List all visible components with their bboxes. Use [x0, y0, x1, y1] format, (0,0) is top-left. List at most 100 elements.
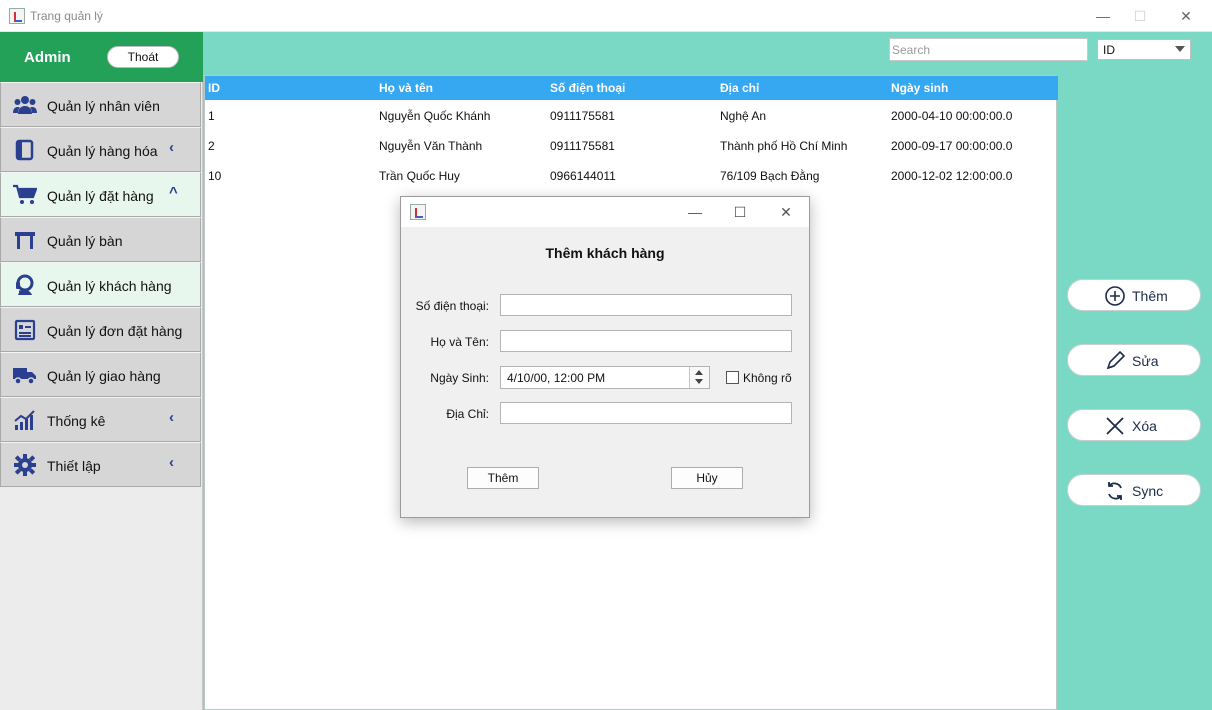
spinner-down-icon[interactable]: [695, 379, 703, 384]
window-titlebar: Trang quản lý — ☐ ✕: [0, 0, 1212, 32]
add-button-label: Thêm: [1132, 288, 1168, 304]
add-button[interactable]: Thêm: [1067, 279, 1201, 311]
sidebar-item-employees[interactable]: Quản lý nhân viên: [0, 82, 201, 127]
cell-name: Nguyễn Quốc Khánh: [379, 109, 491, 123]
scrollbar[interactable]: [1206, 140, 1212, 710]
user-name: Admin: [24, 49, 71, 66]
sidebar-item-delivery[interactable]: Quản lý giao hàng: [0, 352, 201, 397]
order-list-icon: [14, 319, 36, 341]
sidebar-menu: Quản lý nhân viên Quản lý hàng hóa ‹ Quả…: [0, 82, 201, 487]
cell-address: Nghệ An: [720, 109, 767, 123]
column-header-id[interactable]: ID: [208, 81, 220, 95]
dob-value: 4/10/00, 12:00 PM: [507, 371, 606, 385]
sidebar-item-label: Thống kê: [47, 413, 106, 429]
name-label: Họ và Tên:: [430, 335, 489, 349]
cell-dob: 2000-04-10 00:00:00.0: [891, 109, 1013, 123]
edit-button[interactable]: Sửa: [1067, 344, 1201, 376]
sidebar-item-statistics[interactable]: Thống kê ‹: [0, 397, 201, 442]
dob-label: Ngày Sinh:: [430, 371, 489, 385]
dialog-close-button[interactable]: ✕: [769, 200, 803, 224]
search-input[interactable]: Search: [889, 38, 1088, 61]
sidebar-item-label: Quản lý hàng hóa: [47, 143, 158, 159]
gear-icon: [14, 454, 36, 476]
column-header-dob[interactable]: Ngày sinh: [891, 81, 948, 95]
cell-phone: 0911175581: [550, 139, 615, 153]
unknown-dob-label[interactable]: Không rõ: [743, 371, 792, 385]
dialog-cancel-button[interactable]: Hủy: [671, 467, 743, 489]
chevron-left-icon: ‹: [169, 409, 174, 426]
address-field[interactable]: [500, 402, 792, 424]
sync-icon: [1108, 482, 1122, 500]
search-filter-select[interactable]: ID: [1097, 39, 1191, 60]
cell-address: Thành phố Hồ Chí Minh: [720, 139, 848, 153]
chevron-up-icon: ^: [169, 184, 178, 201]
sidebar-item-label: Quản lý đơn đặt hàng: [47, 323, 183, 339]
java-app-icon: [410, 204, 426, 220]
sidebar-item-label: Thiết lập: [47, 458, 101, 474]
dialog-maximize-button[interactable]: ☐: [723, 200, 757, 224]
sidebar: Admin Thoát Quản lý nhân viên Quản lý hà…: [0, 32, 203, 710]
edit-button-label: Sửa: [1132, 353, 1159, 369]
chevron-left-icon: ‹: [169, 139, 174, 156]
java-app-icon: [9, 8, 25, 24]
chart-icon: [14, 410, 35, 430]
sidebar-item-label: Quản lý bàn: [47, 233, 123, 249]
unknown-dob-checkbox[interactable]: [726, 371, 739, 384]
spinner-buttons[interactable]: [689, 367, 709, 388]
cell-phone: 0911175581: [550, 109, 615, 123]
dob-date-spinner[interactable]: 4/10/00, 12:00 PM: [500, 366, 710, 389]
pencil-icon: [1106, 350, 1126, 370]
box-icon: [15, 139, 34, 161]
sidebar-item-label: Quản lý khách hàng: [47, 278, 172, 294]
sidebar-item-label: Quản lý đặt hàng: [47, 188, 154, 204]
cell-dob: 2000-12-02 12:00:00.0: [891, 169, 1013, 183]
minimize-button[interactable]: —: [1083, 4, 1123, 28]
customer-support-icon: [16, 274, 34, 295]
sidebar-item-orders[interactable]: Quản lý đặt hàng ^: [0, 172, 201, 217]
column-header-phone[interactable]: Số điện thoại: [550, 81, 625, 95]
maximize-button[interactable]: ☐: [1120, 4, 1160, 28]
plus-circle-icon: [1105, 286, 1125, 306]
table-row[interactable]: 2 Nguyễn Văn Thành 0911175581 Thành phố …: [205, 131, 1058, 161]
search-filter-value: ID: [1103, 43, 1115, 57]
column-header-address[interactable]: Địa chỉ: [720, 81, 759, 95]
window-title: Trang quản lý: [30, 9, 103, 23]
sidebar-item-customers[interactable]: Quản lý khách hàng: [0, 262, 201, 307]
column-header-name[interactable]: Họ và tên: [379, 81, 433, 95]
dialog-heading: Thêm khách hàng: [545, 245, 665, 261]
cell-dob: 2000-09-17 00:00:00.0: [891, 139, 1013, 153]
close-icon: [1106, 417, 1124, 435]
sidebar-item-settings[interactable]: Thiết lập ‹: [0, 442, 201, 487]
table-row[interactable]: 1 Nguyễn Quốc Khánh 0911175581 Nghệ An 2…: [205, 101, 1058, 131]
cell-id: 2: [208, 139, 215, 153]
cell-address: 76/109 Bạch Đằng: [720, 169, 820, 183]
sync-button-label: Sync: [1132, 483, 1164, 499]
close-button[interactable]: ✕: [1166, 4, 1206, 28]
sidebar-item-label: Quản lý nhân viên: [47, 98, 160, 114]
phone-label: Số điện thoại:: [415, 299, 489, 313]
table-icon: [15, 232, 35, 249]
chevron-down-icon: [1175, 46, 1185, 52]
spinner-up-icon[interactable]: [695, 370, 703, 375]
phone-field[interactable]: [500, 294, 792, 316]
cell-id: 1: [208, 109, 215, 123]
sidebar-item-products[interactable]: Quản lý hàng hóa ‹: [0, 127, 201, 172]
sync-button[interactable]: Sync: [1067, 474, 1201, 506]
name-field[interactable]: [500, 330, 792, 352]
dialog-add-button[interactable]: Thêm: [467, 467, 539, 489]
cell-name: Nguyễn Văn Thành: [379, 139, 483, 153]
dialog-titlebar: — ☐ ✕: [401, 197, 809, 227]
truck-icon: [13, 368, 36, 385]
cart-icon: [13, 184, 37, 204]
chevron-left-icon: ‹: [169, 454, 174, 471]
delete-button-label: Xóa: [1132, 418, 1157, 434]
cell-name: Trần Quốc Huy: [379, 169, 460, 183]
cell-id: 10: [208, 169, 222, 183]
logout-button[interactable]: Thoát: [107, 46, 179, 68]
cell-phone: 0966144011: [550, 169, 616, 183]
table-row[interactable]: 10 Trần Quốc Huy 0966144011 76/109 Bạch …: [205, 161, 1058, 191]
sidebar-item-tables[interactable]: Quản lý bàn: [0, 217, 201, 262]
delete-button[interactable]: Xóa: [1067, 409, 1201, 441]
sidebar-item-order-list[interactable]: Quản lý đơn đặt hàng: [0, 307, 201, 352]
dialog-minimize-button[interactable]: —: [678, 200, 712, 224]
